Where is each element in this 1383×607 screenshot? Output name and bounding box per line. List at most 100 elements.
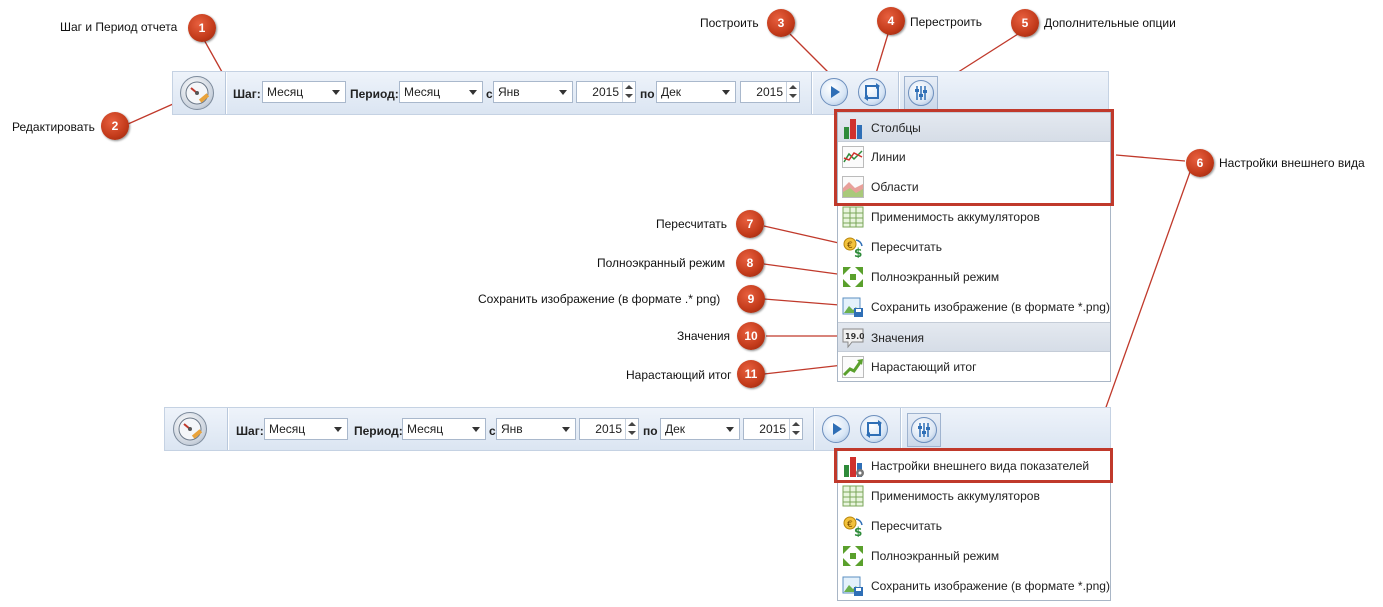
menu-item-save-image[interactable]: Сохранить изображение (в формате *.png) <box>838 571 1110 601</box>
to-label: по <box>640 87 655 101</box>
chevron-down-icon <box>472 427 480 432</box>
to-month-select[interactable]: Дек <box>656 81 736 103</box>
from-month-select[interactable]: Янв <box>493 81 573 103</box>
callout-badge-7: 7 <box>736 210 764 238</box>
callout-text-2: Редактировать <box>12 120 95 134</box>
cumulative-icon <box>842 356 864 378</box>
to-year-value: 2015 <box>756 85 783 99</box>
period-select[interactable]: Месяц <box>399 81 483 103</box>
chevron-down-icon <box>722 90 730 95</box>
svg-text:$: $ <box>854 246 862 258</box>
callout-text-1: Шаг и Период отчета <box>60 20 178 34</box>
step-label: Шаг: <box>233 87 261 101</box>
speedometer-edit-icon <box>185 81 210 105</box>
callout-badge-4: 4 <box>877 7 905 35</box>
step-select[interactable]: Месяц <box>264 418 348 440</box>
callout-badge-1: 1 <box>188 14 216 42</box>
build-button[interactable] <box>820 78 848 106</box>
rebuild-button[interactable] <box>860 415 888 443</box>
step-label: Шаг: <box>236 424 264 438</box>
callout-badge-9: 9 <box>737 285 765 313</box>
save-image-icon <box>842 297 863 317</box>
callout-text-5: Дополнительные опции <box>1044 16 1176 30</box>
more-options-button[interactable] <box>904 76 938 110</box>
to-year-spinner[interactable]: 2015 <box>740 81 800 103</box>
to-month-value: Дек <box>665 422 686 436</box>
spin-up-icon[interactable] <box>628 422 636 426</box>
edit-button[interactable] <box>173 412 207 446</box>
period-label: Период: <box>354 424 403 438</box>
refresh-icon <box>864 83 880 101</box>
from-label: с <box>489 424 496 438</box>
svg-text:€: € <box>847 241 853 251</box>
to-month-select[interactable]: Дек <box>660 418 740 440</box>
from-month-select[interactable]: Янв <box>496 418 576 440</box>
menu-item-label: Полноэкранный режим <box>871 549 1000 563</box>
spin-down-icon[interactable] <box>789 94 797 98</box>
step-select[interactable]: Месяц <box>262 81 346 103</box>
table-grid-icon <box>842 206 864 228</box>
period-select[interactable]: Месяц <box>402 418 486 440</box>
callout-badge-8: 8 <box>736 249 764 277</box>
callout-text-3: Построить <box>700 16 759 30</box>
spin-down-icon[interactable] <box>792 431 800 435</box>
more-options-button[interactable] <box>907 413 941 447</box>
callout-badge-5: 5 <box>1011 9 1039 37</box>
menu-item-values[interactable]: 19.0 Значения <box>838 322 1110 352</box>
menu-item-accumulators[interactable]: Применимость аккумуляторов <box>838 481 1110 511</box>
recalculate-icon: € $ <box>843 237 863 258</box>
report-toolbar-bottom: Шаг: Месяц Период: Месяц с Янв 2015 по Д… <box>164 407 1111 451</box>
menu-item-fullscreen[interactable]: Полноэкранный режим <box>838 541 1110 571</box>
chevron-down-icon <box>562 427 570 432</box>
menu-item-recalculate[interactable]: € $ Пересчитать <box>838 232 1110 262</box>
edit-button[interactable] <box>180 76 214 110</box>
fullscreen-icon <box>843 546 863 566</box>
to-year-spinner[interactable]: 2015 <box>743 418 803 440</box>
spin-up-icon[interactable] <box>792 422 800 426</box>
menu-item-label: Значения <box>871 331 925 345</box>
callout-text-10: Значения <box>677 329 731 343</box>
menu-item-fullscreen[interactable]: Полноэкранный режим <box>838 262 1110 292</box>
spin-up-icon[interactable] <box>789 85 797 89</box>
menu-item-save-image[interactable]: Сохранить изображение (в формате *.png) <box>838 292 1110 322</box>
callout-text-4: Перестроить <box>910 15 982 29</box>
menu-item-label: Применимость аккумуляторов <box>871 210 1040 224</box>
spin-down-icon[interactable] <box>628 431 636 435</box>
menu-item-label: Полноэкранный режим <box>871 270 1000 284</box>
spin-up-icon[interactable] <box>625 85 633 89</box>
menu-item-label: Сохранить изображение (в формате *.png) <box>871 300 1110 314</box>
appearance-group-highlight <box>834 109 1114 206</box>
from-year-value: 2015 <box>595 422 622 436</box>
from-year-spinner[interactable]: 2015 <box>576 81 636 103</box>
callout-badge-11: 11 <box>737 360 765 388</box>
from-month-value: Янв <box>498 85 520 99</box>
play-icon <box>831 86 840 98</box>
menu-item-label: Пересчитать <box>871 240 942 254</box>
menu-item-recalculate[interactable]: € $ Пересчитать <box>838 511 1110 541</box>
period-select-value: Месяц <box>404 85 441 99</box>
menu-item-accumulators[interactable]: Применимость аккумуляторов <box>838 202 1110 232</box>
callout-text-9: Сохранить изображение (в формате .* png) <box>478 292 721 306</box>
chevron-down-icon <box>469 90 477 95</box>
values-icon: 19.0 <box>842 328 864 349</box>
to-year-value: 2015 <box>759 422 786 436</box>
from-year-spinner[interactable]: 2015 <box>579 418 639 440</box>
chevron-down-icon <box>559 90 567 95</box>
from-month-value: Янв <box>501 422 523 436</box>
sliders-icon <box>918 423 930 437</box>
callout-text-7: Пересчитать <box>656 217 727 231</box>
spin-down-icon[interactable] <box>625 94 633 98</box>
svg-text:€: € <box>847 520 853 530</box>
refresh-icon <box>866 420 882 438</box>
chevron-down-icon <box>726 427 734 432</box>
period-label: Период: <box>350 87 399 101</box>
appearance-settings-highlight <box>834 448 1113 483</box>
callout-badge-3: 3 <box>767 9 795 37</box>
callout-text-8: Полноэкранный режим <box>597 256 726 270</box>
menu-item-cumulative[interactable]: Нарастающий итог <box>838 352 1110 382</box>
step-select-value: Месяц <box>269 422 306 436</box>
rebuild-button[interactable] <box>858 78 886 106</box>
sliders-icon <box>915 86 927 100</box>
speedometer-edit-icon <box>178 417 203 441</box>
build-button[interactable] <box>822 415 850 443</box>
